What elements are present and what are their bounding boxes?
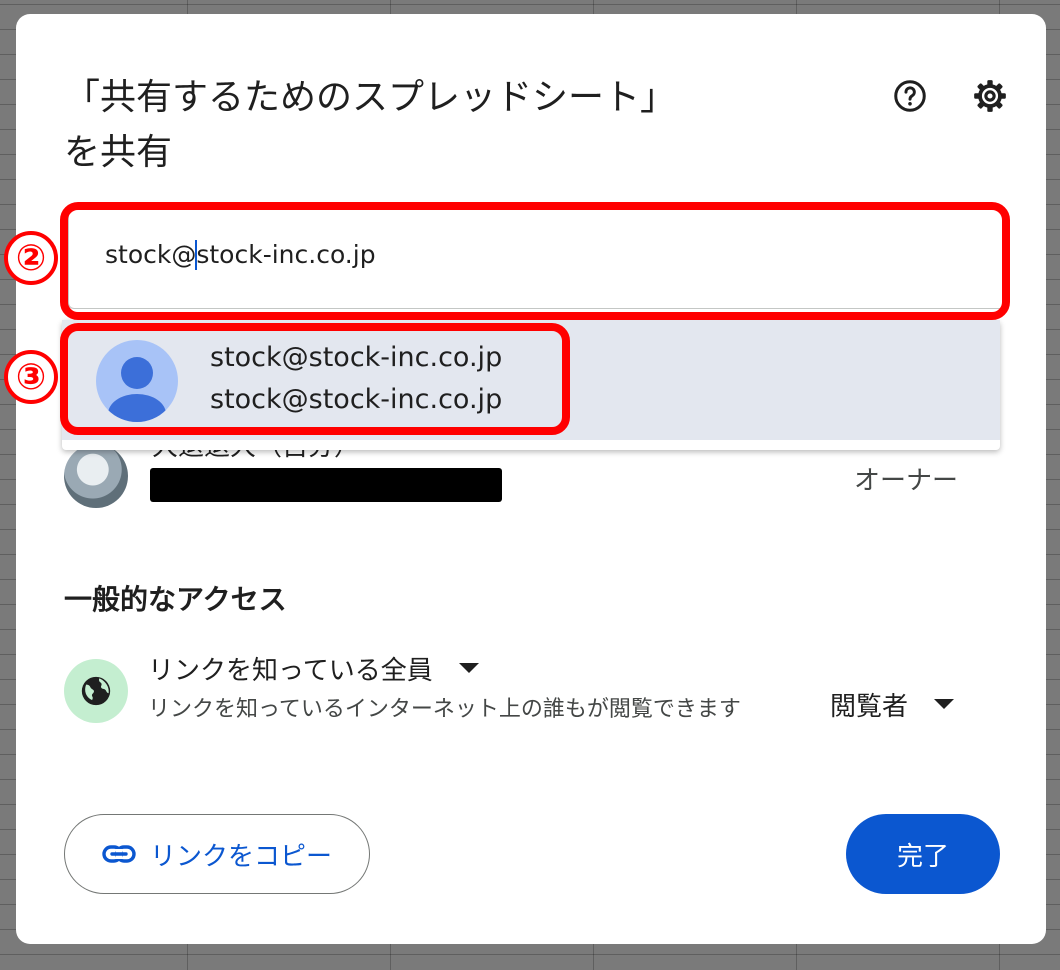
owner-row: 大退退大（自分） オーナー <box>64 432 984 524</box>
globe-icon <box>64 659 128 723</box>
role-dropdown-label: 閲覧者 <box>830 691 909 722</box>
general-access-heading: 一般的なアクセス <box>64 583 287 616</box>
general-access-scope-label: リンクを知っている全員 <box>148 655 433 686</box>
step2-marker: ② <box>4 231 58 285</box>
copy-link-label: リンクをコピー <box>149 841 332 872</box>
general-access-scope-dropdown[interactable]: リンクを知っている全員 <box>148 648 479 688</box>
general-access-description: リンクを知っているインターネット上の誰もが閲覧できます <box>148 697 741 722</box>
dialog-title-line2: を共有 <box>64 132 173 173</box>
step3-highlight-box <box>60 323 570 435</box>
step2-highlight-box <box>60 202 1010 320</box>
step3-marker: ③ <box>4 350 58 404</box>
settings-button[interactable] <box>968 74 1012 118</box>
link-icon <box>102 845 136 863</box>
help-circle-icon <box>894 80 926 112</box>
owner-avatar <box>64 444 128 508</box>
gear-icon <box>974 80 1006 112</box>
dialog-title-line1: 「共有するためのスプレッドシート」 <box>64 77 677 118</box>
caret-down-icon <box>934 699 955 709</box>
role-dropdown[interactable]: 閲覧者 <box>830 684 955 724</box>
done-label: 完了 <box>896 841 949 872</box>
share-dialog: 「共有するためのスプレッドシート」 を共有 stock@ stock-inc.c… <box>16 14 1046 944</box>
caret-down-icon <box>458 663 479 673</box>
help-button[interactable] <box>888 74 932 118</box>
redacted-email <box>150 468 502 502</box>
copy-link-button[interactable]: リンクをコピー <box>64 814 370 894</box>
owner-role-label: オーナー <box>854 466 959 496</box>
dialog-title: 「共有するためのスプレッドシート」 を共有 <box>64 70 844 180</box>
done-button[interactable]: 完了 <box>846 814 1000 894</box>
